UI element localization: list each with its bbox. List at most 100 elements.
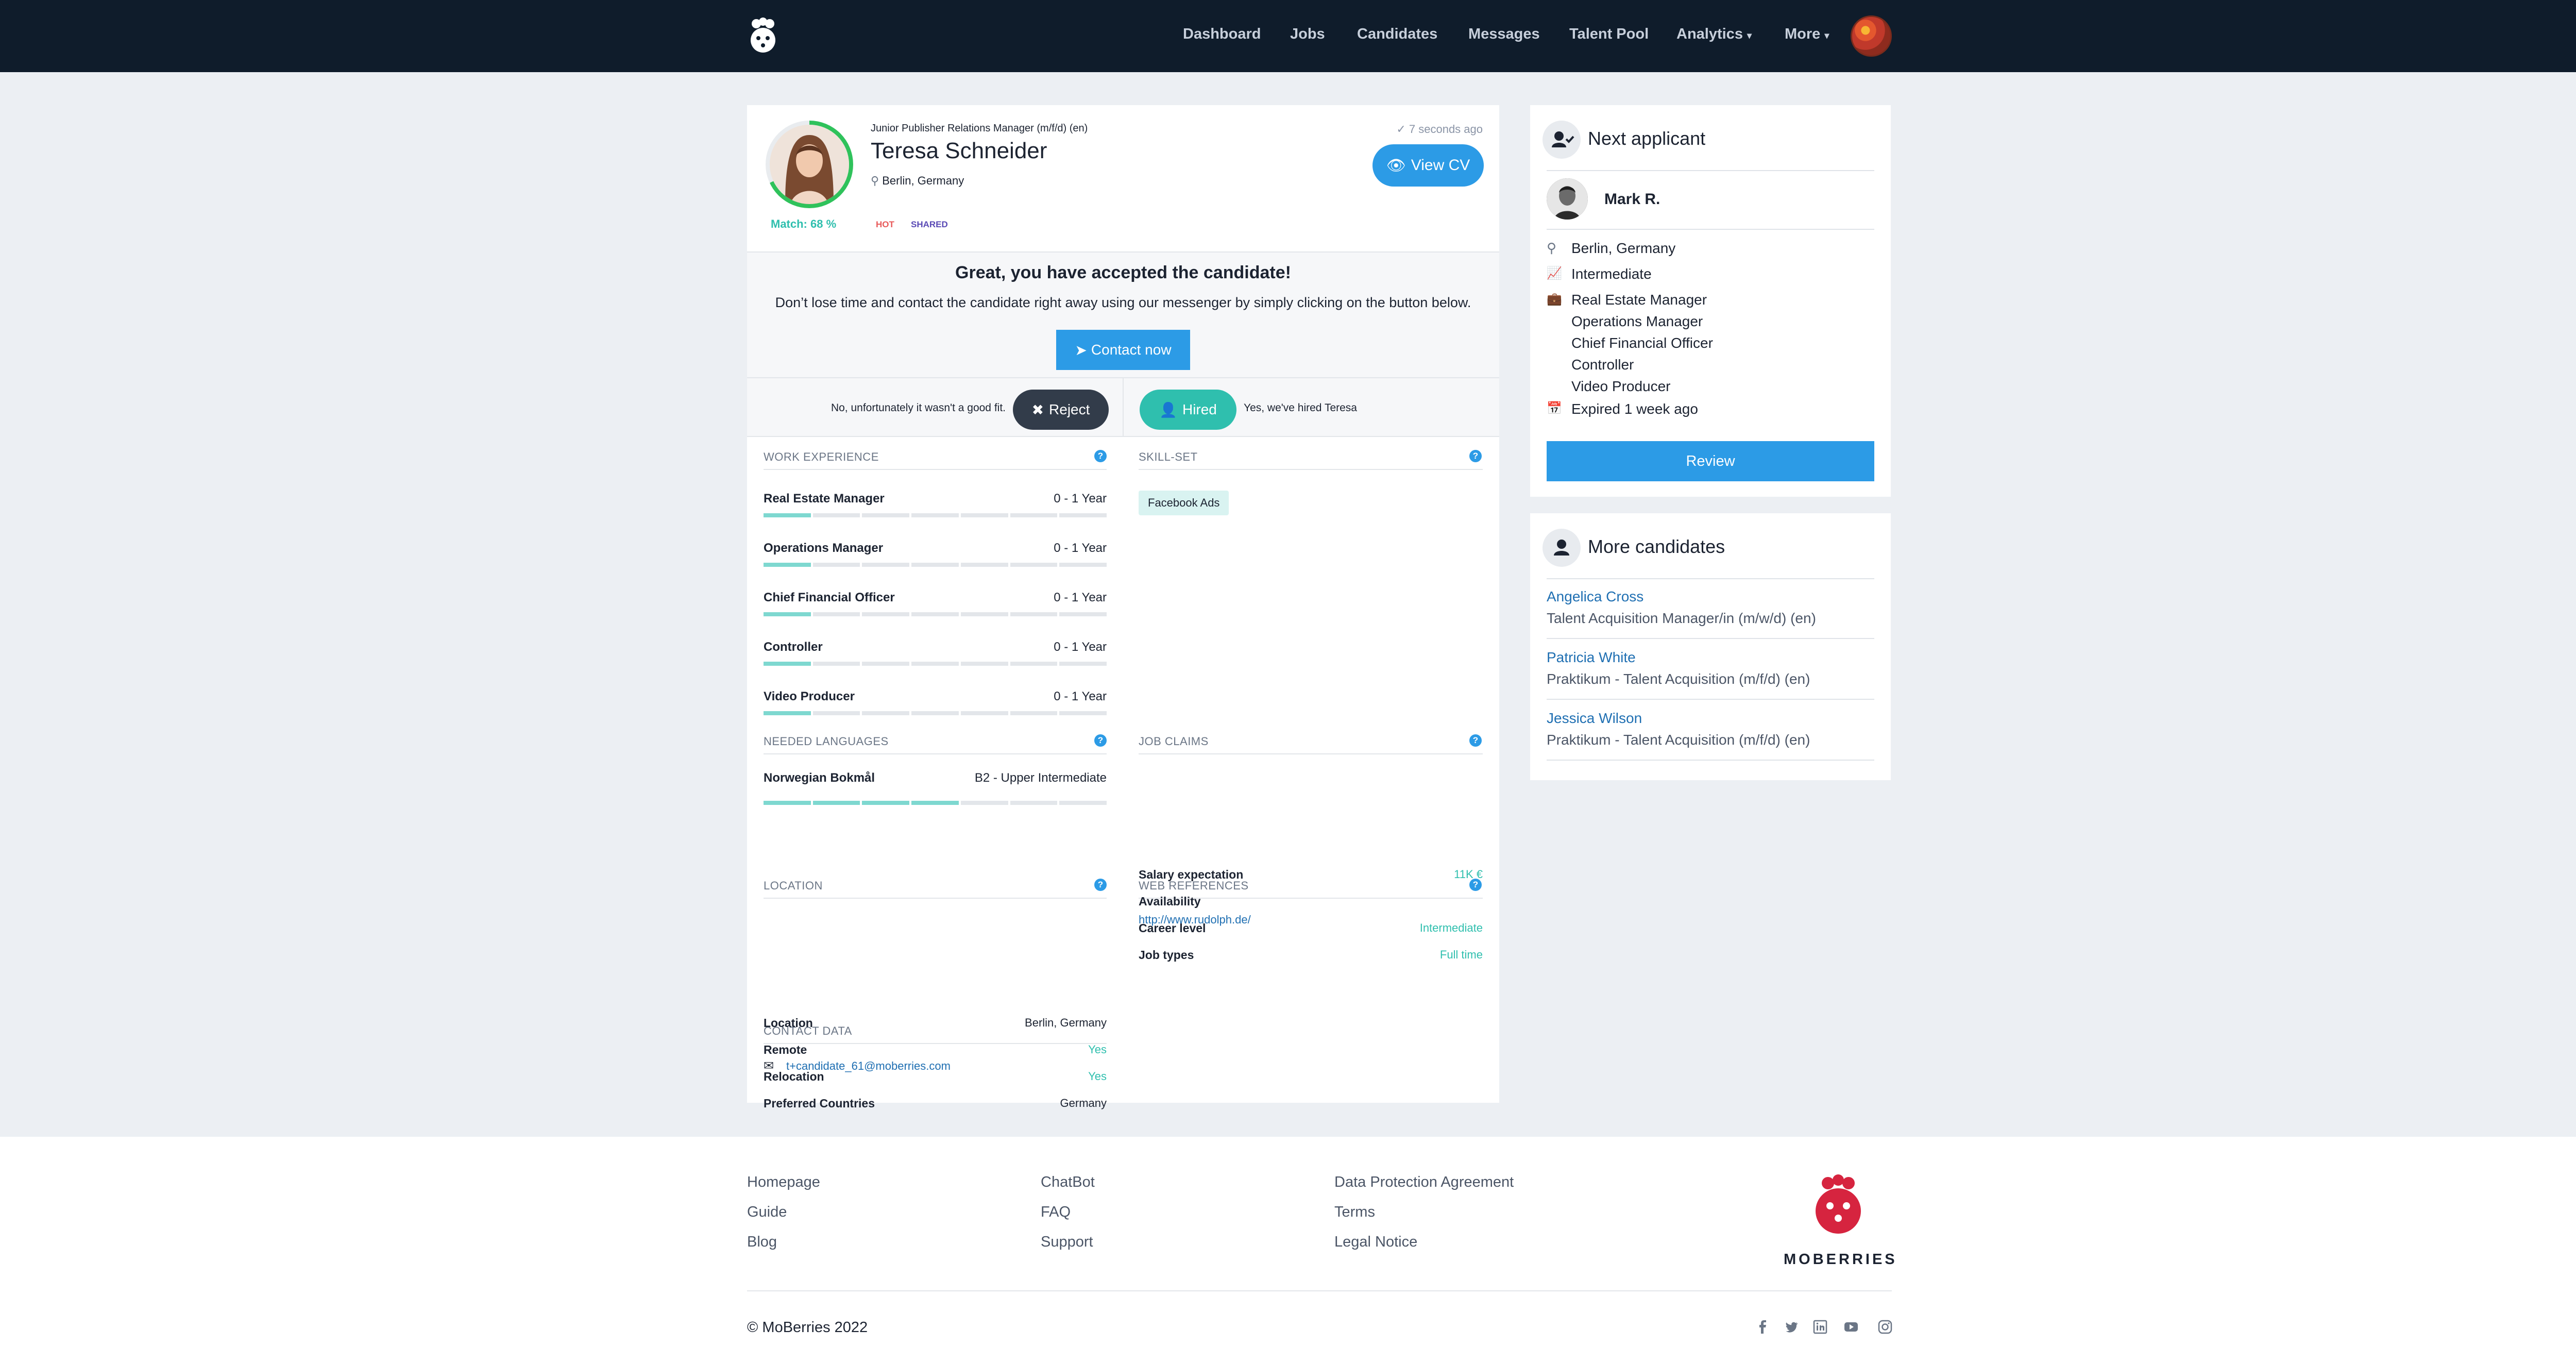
caret-down-icon: ▾	[1824, 30, 1829, 41]
user-check-icon: 👤	[1159, 401, 1177, 418]
copyright: © MoBerries 2022	[747, 1319, 868, 1336]
candidate-link[interactable]: Patricia White	[1547, 649, 1636, 666]
footer-link-chatbot[interactable]: ChatBot	[1041, 1174, 1095, 1191]
candidate-link[interactable]: Jessica Wilson	[1547, 710, 1642, 727]
nav-candidates[interactable]: Candidates	[1357, 26, 1437, 43]
help-icon[interactable]: ?	[1094, 450, 1107, 462]
footer-link-guide[interactable]: Guide	[747, 1204, 787, 1221]
claim-value: 11K €	[1454, 868, 1483, 881]
nav-analytics[interactable]: Analytics ▾	[1676, 26, 1752, 43]
facebook-icon[interactable]	[1755, 1319, 1770, 1335]
footer-link-support[interactable]: Support	[1041, 1234, 1093, 1251]
candidate-link[interactable]: Angelica Cross	[1547, 588, 1643, 605]
view-cv-button[interactable]: 👁 View CV	[1372, 144, 1484, 187]
accept-text: Don’t lose time and contact the candidat…	[775, 295, 1471, 310]
map-pin-icon: ⚲	[1547, 240, 1557, 256]
bar-segment	[764, 801, 811, 805]
reject-button[interactable]: ✖ Reject	[1013, 390, 1109, 430]
moberries-logo-icon[interactable]	[748, 18, 778, 55]
applicant-job: Video Producer	[1571, 378, 1671, 394]
divider	[1547, 638, 1874, 639]
close-icon: ✖	[1031, 401, 1044, 418]
youtube-icon[interactable]	[1843, 1319, 1859, 1335]
bar-segment	[764, 711, 811, 715]
experience-duration: 0 - 1 Year	[1054, 689, 1107, 703]
contact-now-button[interactable]: ➤ Contact now	[1056, 330, 1190, 370]
claim-label: Availability	[1139, 895, 1201, 908]
user-check-icon	[1543, 121, 1581, 159]
bar-segment	[764, 513, 811, 517]
twitter-icon[interactable]	[1784, 1319, 1799, 1335]
divider	[764, 898, 1107, 899]
bar-segment	[812, 711, 860, 715]
nav-talent-pool[interactable]: Talent Pool	[1569, 26, 1649, 43]
linkedin-icon[interactable]	[1812, 1319, 1828, 1335]
footer-link-data-protection[interactable]: Data Protection Agreement	[1334, 1174, 1514, 1191]
experience-title: Operations Manager	[764, 541, 884, 555]
bar-segment	[764, 612, 811, 616]
divider	[1547, 229, 1874, 230]
bar-segment	[1010, 662, 1058, 666]
match-score: Match: 68 %	[771, 217, 837, 230]
instagram-icon[interactable]	[1877, 1319, 1893, 1335]
help-icon[interactable]: ?	[1469, 734, 1482, 747]
moberries-logo[interactable]: MOBERRIES	[1784, 1174, 1895, 1272]
bar-segment	[960, 513, 1008, 517]
bar-segment	[960, 662, 1008, 666]
hired-hint: Yes, we've hired Teresa	[1244, 402, 1357, 414]
experience-title: Real Estate Manager	[764, 492, 885, 506]
more-candidates-title: More candidates	[1588, 536, 1725, 557]
nav-dashboard[interactable]: Dashboard	[1183, 26, 1261, 43]
bar-segment	[1059, 662, 1107, 666]
next-applicant-card: Next applicant Mark R. ⚲ Berlin, Germany…	[1530, 105, 1891, 497]
experience-duration: 0 - 1 Year	[1054, 591, 1107, 604]
language-level-bar	[764, 801, 1107, 805]
bar-segment	[1059, 612, 1107, 616]
applicant-name[interactable]: Mark R.	[1604, 191, 1660, 208]
language-level: B2 - Upper Intermediate	[974, 771, 1107, 785]
nav-messages[interactable]: Messages	[1468, 26, 1540, 43]
more-candidates-card: More candidates Angelica Cross Talent Acq…	[1530, 513, 1891, 780]
help-icon[interactable]: ?	[1469, 450, 1482, 462]
help-icon[interactable]: ?	[1094, 734, 1107, 747]
footer-link-terms[interactable]: Terms	[1334, 1204, 1375, 1221]
bar-segment	[911, 711, 959, 715]
footer-link-blog[interactable]: Blog	[747, 1234, 777, 1251]
claim-label: Job types	[1139, 948, 1194, 962]
paper-plane-icon: ➤	[1075, 342, 1087, 358]
candidate-job: Praktikum - Talent Acquisition (m/f/d) (…	[1547, 671, 1810, 687]
bar-segment	[911, 563, 959, 567]
footer-link-homepage[interactable]: Homepage	[747, 1174, 820, 1191]
applicant-avatar	[1547, 178, 1588, 220]
experience-duration: 0 - 1 Year	[1054, 640, 1107, 654]
user-avatar[interactable]	[1851, 15, 1892, 57]
applicant-expired: Expired 1 week ago	[1571, 401, 1698, 417]
bar-segment	[862, 513, 910, 517]
experience-level-bar	[764, 662, 1107, 666]
nav-jobs[interactable]: Jobs	[1290, 26, 1325, 43]
help-icon[interactable]: ?	[1094, 879, 1107, 891]
location-value: Yes	[1088, 1043, 1107, 1056]
bar-segment	[812, 662, 860, 666]
candidate-job: Talent Acquisition Manager/in (m/w/d) (e…	[1547, 610, 1816, 626]
hired-button[interactable]: 👤 Hired	[1140, 390, 1236, 430]
divider	[1547, 578, 1874, 579]
applicant-level: Intermediate	[1571, 266, 1652, 282]
bar-segment	[911, 513, 959, 517]
top-navbar: Dashboard Jobs Candidates Messages Talen…	[0, 0, 2576, 72]
footer: Homepage Guide Blog ChatBot FAQ Support …	[0, 1137, 2576, 1363]
footer-link-legal-notice[interactable]: Legal Notice	[1334, 1234, 1417, 1251]
review-button[interactable]: Review	[1547, 441, 1874, 481]
footer-link-faq[interactable]: FAQ	[1041, 1204, 1071, 1221]
bar-segment	[1010, 801, 1058, 805]
decision-bar: No, unfortunately it wasn't a good fit. …	[747, 378, 1499, 437]
location-value: Yes	[1088, 1070, 1107, 1083]
nav-more[interactable]: More ▾	[1785, 26, 1829, 43]
experience-title: Video Producer	[764, 689, 855, 703]
eye-icon: 👁	[1386, 157, 1406, 174]
updated-time: ✓ 7 seconds ago	[1396, 123, 1483, 136]
applicant-job: Chief Financial Officer	[1571, 335, 1713, 351]
map-pin-icon: ⚲	[871, 174, 879, 187]
shared-badge: SHARED	[911, 220, 948, 229]
bar-segment	[960, 801, 1008, 805]
